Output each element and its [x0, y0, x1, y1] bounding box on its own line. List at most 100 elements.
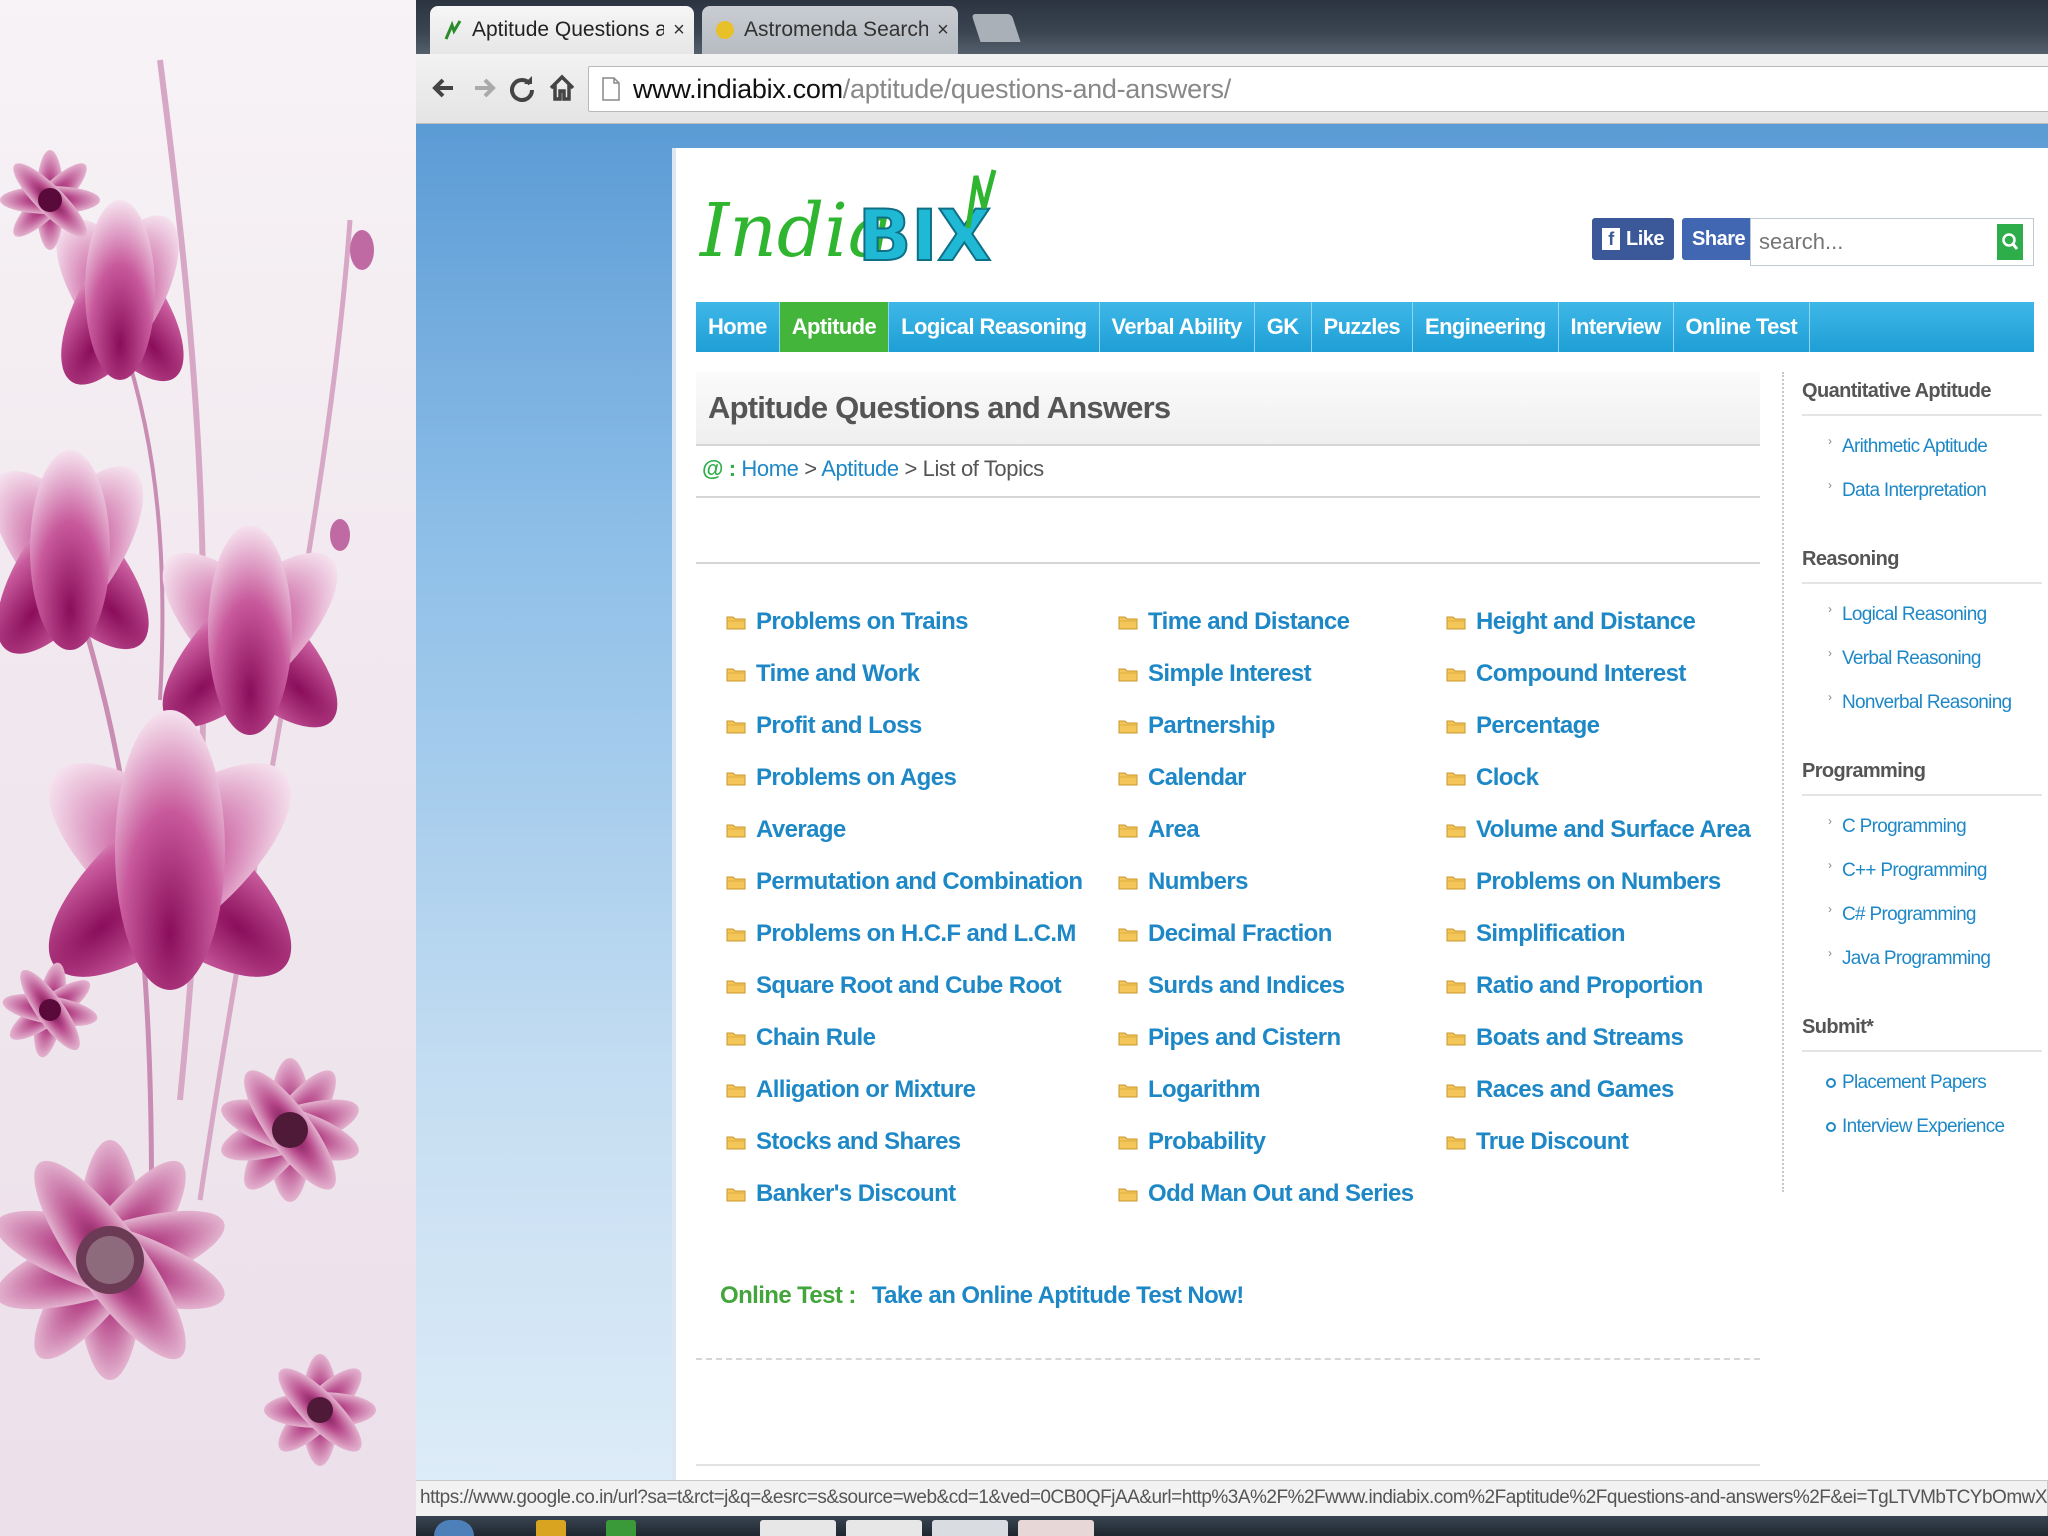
- topic-label: Area: [1148, 816, 1200, 843]
- topic-link[interactable]: Races and Games: [1446, 1076, 1674, 1104]
- breadcrumb-home[interactable]: Home: [741, 456, 798, 481]
- tab-astromenda[interactable]: Astromenda Search ×: [702, 6, 958, 54]
- folder-icon: [1446, 876, 1466, 890]
- topic-link[interactable]: Probability: [1118, 1128, 1266, 1156]
- nav-home[interactable]: Home: [696, 302, 780, 352]
- topic-link[interactable]: Boats and Streams: [1446, 1024, 1684, 1052]
- sidebar-link[interactable]: Nonverbal Reasoning: [1842, 692, 2012, 714]
- sidebar-link[interactable]: Java Programming: [1842, 948, 1991, 970]
- topic-link[interactable]: Volume and Surface Area: [1446, 816, 1751, 844]
- chrome-taskbar-icon[interactable]: [760, 1520, 836, 1536]
- tab-title: Astromenda Search: [744, 18, 928, 41]
- sidebar-link[interactable]: C# Programming: [1842, 904, 1977, 926]
- topic-link[interactable]: Calendar: [1118, 764, 1247, 792]
- topic-link[interactable]: Decimal Fraction: [1118, 920, 1332, 948]
- nav-interview[interactable]: Interview: [1559, 302, 1674, 352]
- topic-link[interactable]: Surds and Indices: [1118, 972, 1345, 1000]
- close-tab-icon[interactable]: ×: [664, 19, 694, 42]
- facebook-like-button[interactable]: f Like: [1592, 218, 1675, 260]
- nav-verbal-ability[interactable]: Verbal Ability: [1100, 302, 1255, 352]
- topic-label: Banker's Discount: [756, 1180, 956, 1207]
- topic-label: Time and Distance: [1148, 608, 1350, 635]
- circle-bullet-icon: [1826, 1078, 1836, 1088]
- indiabix-logo[interactable]: India BIX: [698, 168, 998, 288]
- start-button[interactable]: [434, 1520, 474, 1536]
- topic-link[interactable]: Compound Interest: [1446, 660, 1686, 688]
- flower-illustration: [0, 59, 376, 1466]
- topic-link[interactable]: Permutation and Combination: [726, 868, 1083, 896]
- topic-link[interactable]: Odd Man Out and Series: [1118, 1180, 1414, 1208]
- topic-label: Simplification: [1476, 920, 1626, 947]
- topic-link[interactable]: Problems on Ages: [726, 764, 957, 792]
- folder-icon: [1118, 720, 1138, 734]
- topic-link[interactable]: Average: [726, 816, 846, 844]
- topic-link[interactable]: Clock: [1446, 764, 1539, 792]
- topic-link[interactable]: Time and Work: [726, 660, 920, 688]
- sidebar-link[interactable]: Verbal Reasoning: [1842, 648, 1981, 670]
- topic-label: Problems on Ages: [756, 764, 957, 791]
- topic-link[interactable]: Banker's Discount: [726, 1180, 956, 1208]
- topic-link[interactable]: Square Root and Cube Root: [726, 972, 1062, 1000]
- window-taskbar-icon[interactable]: [1018, 1520, 1094, 1536]
- topic-link[interactable]: Height and Distance: [1446, 608, 1696, 636]
- address-bar[interactable]: www.indiabix.com/aptitude/questions-and-…: [588, 66, 2048, 112]
- sidebar-link[interactable]: Interview Experience: [1842, 1116, 2005, 1138]
- nav-engineering[interactable]: Engineering: [1413, 302, 1559, 352]
- explorer-taskbar-icon[interactable]: [536, 1520, 566, 1536]
- topic-link[interactable]: Area: [1118, 816, 1200, 844]
- tab-aptitude[interactable]: Aptitude Questions and A ×: [430, 6, 694, 54]
- sidebar-link[interactable]: Data Interpretation: [1842, 480, 1987, 502]
- topic-link[interactable]: Ratio and Proportion: [1446, 972, 1703, 1000]
- topic-link[interactable]: Problems on Numbers: [1446, 868, 1721, 896]
- back-button[interactable]: [426, 68, 462, 108]
- nav-aptitude[interactable]: Aptitude: [779, 302, 890, 352]
- online-test-link[interactable]: Take an Online Aptitude Test Now!: [872, 1282, 1244, 1309]
- nav-logical-reasoning[interactable]: Logical Reasoning: [889, 302, 1100, 352]
- home-button[interactable]: [544, 68, 580, 108]
- topic-link[interactable]: Partnership: [1118, 712, 1275, 740]
- topic-link[interactable]: Logarithm: [1118, 1076, 1261, 1104]
- search-input[interactable]: [1751, 222, 1995, 262]
- topic-link[interactable]: Problems on H.C.F and L.C.M: [726, 920, 1076, 948]
- new-tab-button[interactable]: [971, 14, 1021, 42]
- sidebar-link[interactable]: C++ Programming: [1842, 860, 1987, 882]
- topic-link[interactable]: Stocks and Shares: [726, 1128, 961, 1156]
- topic-link[interactable]: Percentage: [1446, 712, 1600, 740]
- topic-link[interactable]: Chain Rule: [726, 1024, 876, 1052]
- nav-puzzles[interactable]: Puzzles: [1312, 302, 1414, 352]
- folder-icon: [726, 668, 746, 682]
- topic-link[interactable]: Profit and Loss: [726, 712, 922, 740]
- astromenda-favicon-icon: [716, 21, 734, 39]
- forward-button[interactable]: [466, 68, 502, 108]
- window-taskbar-icon[interactable]: [846, 1520, 922, 1536]
- topic-label: Calendar: [1148, 764, 1247, 791]
- facebook-share-button[interactable]: Share: [1682, 218, 1756, 260]
- topic-link[interactable]: Simple Interest: [1118, 660, 1312, 688]
- topic-link[interactable]: Pipes and Cistern: [1118, 1024, 1341, 1052]
- reload-button[interactable]: [504, 68, 540, 108]
- sidebar-heading: Programming: [1802, 760, 1926, 782]
- folder-icon: [726, 1188, 746, 1202]
- nav-gk[interactable]: GK: [1255, 302, 1312, 352]
- topic-link[interactable]: Alligation or Mixture: [726, 1076, 976, 1104]
- close-tab-icon[interactable]: ×: [928, 19, 958, 42]
- folder-icon: [1118, 668, 1138, 682]
- topic-link[interactable]: Simplification: [1446, 920, 1626, 948]
- sidebar-link[interactable]: C Programming: [1842, 816, 1967, 838]
- window-taskbar-icon[interactable]: [932, 1520, 1008, 1536]
- topic-link[interactable]: Time and Distance: [1118, 608, 1350, 636]
- topic-link[interactable]: Problems on Trains: [726, 608, 969, 636]
- folder-icon: [726, 928, 746, 942]
- topic-link[interactable]: Numbers: [1118, 868, 1248, 896]
- divider: [696, 496, 1760, 498]
- sidebar-link[interactable]: Placement Papers: [1842, 1072, 1987, 1094]
- breadcrumb-current: List of Topics: [922, 456, 1045, 481]
- nav-online-test[interactable]: Online Test: [1674, 302, 1811, 352]
- sidebar-link[interactable]: Logical Reasoning: [1842, 604, 1987, 626]
- search-button[interactable]: [1997, 224, 2023, 260]
- topic-link[interactable]: True Discount: [1446, 1128, 1629, 1156]
- breadcrumb-aptitude[interactable]: Aptitude: [821, 456, 899, 481]
- sidebar-link[interactable]: Arithmetic Aptitude: [1842, 436, 1988, 458]
- topic-label: Problems on Trains: [756, 608, 969, 635]
- app-taskbar-icon[interactable]: [606, 1520, 636, 1536]
